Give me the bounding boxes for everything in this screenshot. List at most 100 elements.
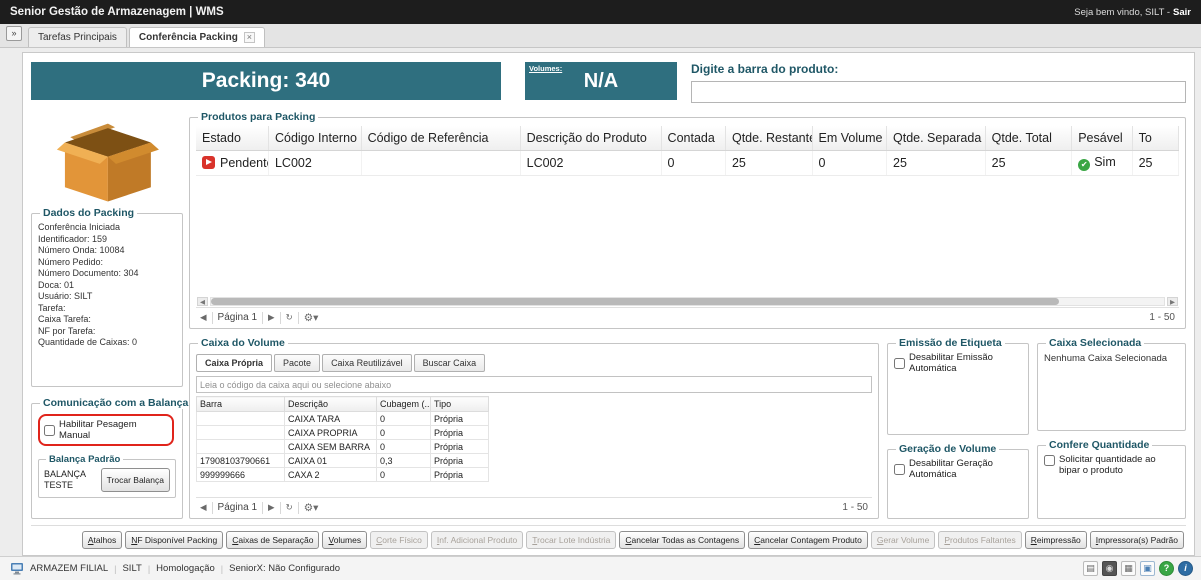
column-header-em-volume[interactable]: Em Volume	[812, 126, 888, 151]
refresh-icon[interactable]: ↻	[286, 312, 293, 323]
corte-fisico-button[interactable]: Corte Físico	[370, 531, 428, 549]
tab-label: Conferência Packing	[138, 32, 238, 43]
barcode-input[interactable]	[691, 81, 1186, 103]
cancelar-contagem-produto-button[interactable]: Cancelar Contagem Produto	[748, 531, 868, 549]
cancelar-todas-contagens-button[interactable]: Cancelar Todas as Contagens	[619, 531, 746, 549]
trocar-lote-industria-button[interactable]: Trocar Lote Indústria	[526, 531, 617, 549]
desabilitar-geracao-checkbox[interactable]: Desabilitar Geração Automática	[894, 458, 1022, 480]
tab-buscar-caixa[interactable]: Buscar Caixa	[413, 354, 486, 372]
column-header-cubagem[interactable]: Cubagem (...	[376, 396, 431, 412]
close-tab-icon[interactable]: ×	[243, 32, 255, 43]
workspace: Packing: 340 Volumes: N/A Digite a barra…	[0, 48, 1201, 556]
tipo-cell: Própria	[430, 467, 489, 482]
tipo-cell: Própria	[430, 439, 489, 454]
product-row[interactable]: Pendente LC002 LC002 0 25 0 25 25 ✔Sim	[196, 150, 1180, 176]
check-icon: ✔	[1078, 159, 1091, 171]
desabilitar-geracao-checkbox-input[interactable]	[894, 463, 905, 475]
manual-weighing-checkbox-input[interactable]	[44, 424, 55, 436]
tab-pacote[interactable]: Pacote	[274, 354, 321, 372]
cubagem-cell: 0	[376, 425, 431, 440]
caixa-row[interactable]: CAIXA PROPRIA 0 Própria	[196, 425, 489, 440]
column-header-tipo[interactable]: Tipo	[430, 396, 489, 412]
column-header-descricao[interactable]: Descrição	[284, 396, 377, 412]
column-header-qtde-separada[interactable]: Qtde. Separada	[886, 126, 986, 151]
tab-caixa-reutilizavel[interactable]: Caixa Reutilizável	[322, 354, 412, 372]
column-header-contada[interactable]: Contada	[661, 126, 726, 151]
manual-weighing-checkbox[interactable]: Habilitar Pesagem Manual	[44, 419, 168, 441]
next-page-icon[interactable]: ▶	[268, 312, 275, 323]
dados-line: Identificador: 159	[38, 233, 108, 244]
logout-link[interactable]: Sair	[1173, 7, 1191, 18]
dados-packing-section: Dados do Packing Conferência Iniciada Id…	[31, 207, 183, 387]
prev-page-icon[interactable]: ◀	[200, 502, 207, 513]
tab-conferencia-packing[interactable]: Conferência Packing ×	[128, 27, 265, 47]
tab-tarefas-principais[interactable]: Tarefas Principais	[28, 27, 127, 47]
nf-disponivel-packing-button[interactable]: NF Disponível Packing	[125, 531, 224, 549]
column-header-descricao[interactable]: Descrição do Produto	[520, 126, 662, 151]
qtde-separada-cell: 25	[886, 150, 986, 176]
column-header-qtde-total[interactable]: Qtde. Total	[985, 126, 1073, 151]
status-divider: |	[220, 563, 224, 574]
dados-line: Usuário: SILT	[38, 291, 93, 301]
pager-divider	[279, 501, 281, 514]
impressoras-padrao-button[interactable]: Impressora(s) Padrão	[1089, 531, 1184, 549]
produtos-empty-area	[196, 176, 1179, 296]
grid-settings-icon[interactable]: ⚙▾	[304, 312, 319, 324]
caixas-de-separacao-button[interactable]: Caixas de Separação	[226, 531, 320, 549]
help-icon[interactable]: ?	[1159, 561, 1174, 576]
desabilitar-emissao-checkbox-input[interactable]	[894, 357, 905, 369]
scroll-left-icon[interactable]: ◀	[197, 297, 208, 306]
monitor-icon[interactable]: ▣	[1140, 561, 1155, 576]
solicitar-quantidade-checkbox-input[interactable]	[1044, 455, 1055, 466]
pending-status-icon	[202, 156, 215, 169]
expand-panel-button[interactable]: »	[6, 26, 22, 41]
scrollbar-thumb[interactable]	[211, 298, 1060, 305]
estado-text: Pendente	[220, 156, 269, 170]
grid-settings-icon[interactable]: ⚙▾	[304, 502, 319, 514]
default-scale-group: Balança Padrão BALANÇA TESTE Trocar Bala…	[38, 454, 176, 498]
column-header-codigo-referencia[interactable]: Código de Referência	[361, 126, 521, 151]
caixa-row[interactable]: CAIXA SEM BARRA 0 Própria	[196, 439, 489, 454]
scrollbar-track[interactable]	[210, 297, 1165, 306]
next-page-icon[interactable]: ▶	[268, 502, 275, 513]
atalhos-button[interactable]: Atalhos	[81, 531, 123, 549]
side-column-1: Emissão de Etiqueta Desabilitar Emissão …	[887, 337, 1029, 519]
column-header-barra[interactable]: Barra	[196, 396, 285, 412]
caixa-barcode-input[interactable]	[196, 376, 872, 393]
produtos-faltantes-button[interactable]: Produtos Faltantes	[938, 531, 1022, 549]
report-icon[interactable]: ▤	[1083, 561, 1098, 576]
refresh-icon[interactable]: ↻	[286, 502, 293, 513]
column-header-estado[interactable]: Estado	[196, 126, 269, 151]
column-header-total[interactable]: To	[1132, 126, 1180, 151]
inf-adicional-produto-button[interactable]: Inf. Adicional Produto	[430, 531, 524, 549]
prev-page-icon[interactable]: ◀	[200, 312, 207, 323]
column-header-pesavel[interactable]: Pesável	[1071, 126, 1133, 151]
pager-divider	[297, 311, 299, 324]
action-button-bar: Atalhos NF Disponível Packing Caixas de …	[31, 525, 1186, 551]
status-divider: |	[114, 563, 117, 574]
dados-line: Tarefa:	[38, 302, 66, 313]
pager-divider	[297, 501, 299, 514]
info-icon[interactable]: i	[1178, 561, 1193, 576]
volumes-button[interactable]: Volumes	[322, 531, 368, 549]
caixa-row[interactable]: 999999666 CAXA 2 0 Própria	[196, 467, 489, 482]
descricao-cell: CAIXA PROPRIA	[284, 425, 377, 440]
gerar-volume-button[interactable]: Gerar Volume	[870, 531, 936, 549]
desabilitar-emissao-checkbox[interactable]: Desabilitar Emissão Automática	[894, 352, 1022, 374]
scroll-right-icon[interactable]: ▶	[1167, 297, 1178, 306]
tab-caixa-propria[interactable]: Caixa Própria	[196, 354, 273, 372]
camera-icon[interactable]: ◉	[1102, 561, 1117, 576]
caixa-row[interactable]: 17908103790661 CAIXA 01 0,3 Própria	[196, 453, 489, 468]
app-title: Senior Gestão de Armazenagem | WMS	[10, 6, 224, 18]
solicitar-quantidade-checkbox[interactable]: Solicitar quantidade ao bipar o produto	[1044, 454, 1179, 476]
column-header-qtde-restante[interactable]: Qtde. Restante	[725, 126, 813, 151]
manual-weighing-highlight: Habilitar Pesagem Manual	[38, 414, 174, 446]
volumes-value: N/A	[583, 69, 619, 92]
tipo-cell: Própria	[430, 425, 489, 440]
produtos-horizontal-scrollbar[interactable]: ◀ ▶	[197, 296, 1178, 307]
caixa-row[interactable]: CAIXA TARA 0 Própria	[196, 411, 489, 426]
change-scale-button[interactable]: Trocar Balança	[100, 468, 170, 492]
printer-icon[interactable]: ▦	[1121, 561, 1136, 576]
column-header-codigo-interno[interactable]: Código Interno	[268, 126, 362, 151]
reimpressao-button[interactable]: Reimpressão	[1024, 531, 1087, 549]
